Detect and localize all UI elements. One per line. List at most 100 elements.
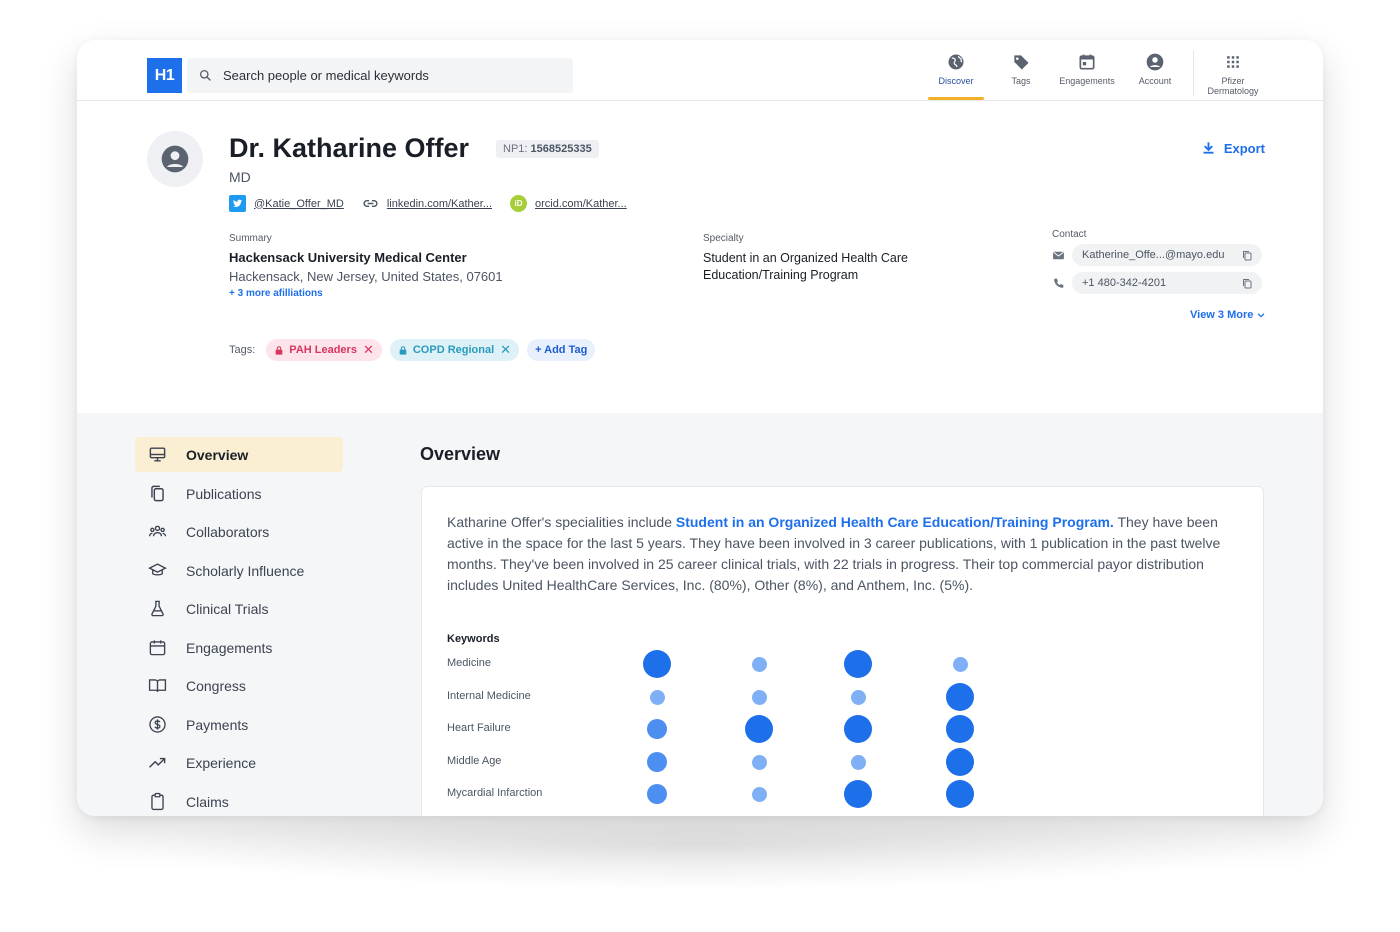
more-affiliations-link[interactable]: + 3 more afilliations [229,288,503,299]
sidebar-item-label: Payments [186,716,249,733]
nav-tags[interactable]: Tags [986,52,1056,86]
calendar-icon [1079,54,1095,70]
twitter-link[interactable]: @Katie_Offer_MD [254,198,344,210]
trend-icon [149,757,166,768]
sidebar-item-label: Engagements [186,639,273,656]
copy-icon[interactable] [1241,277,1253,290]
keyword-bubble[interactable] [745,715,773,743]
lock-icon [275,345,283,355]
summary-section: Summary Hackensack University Medical Ce… [229,233,503,299]
sidebar-item-clinical-trials[interactable]: Clinical Trials [135,591,343,626]
flask-icon [151,600,164,617]
keyword-bubble[interactable] [751,656,767,672]
keyword-bubble[interactable] [946,780,974,808]
tags-row: Tags: PAH Leaders ✕ COPD Regional ✕ + Ad… [229,339,603,361]
phone-field[interactable]: +1 480-342-4201 [1072,272,1262,294]
contact-label: Contact [1052,229,1087,240]
chevron-down-icon [1258,313,1265,318]
tag-copd-regional[interactable]: COPD Regional ✕ [389,339,520,361]
sidebar-item-scholarly-influence[interactable]: Scholarly Influence [135,553,343,588]
lock-icon [399,345,407,355]
keyword-row: Middle Age [447,748,974,776]
keyword-row: Mycardial Infarction [447,780,974,808]
nav-account[interactable]: Account [1120,52,1190,86]
summary-label: Summary [229,233,272,244]
profile-header: Dr. Katharine Offer NP1: 1568525335 MD @… [77,101,1323,413]
keyword-bubble[interactable] [850,754,866,770]
add-tag-button[interactable]: + Add Tag [527,339,596,361]
calendar-icon [149,640,166,656]
sidebar-item-engagements[interactable]: Engagements [135,630,343,665]
globe-icon [948,54,964,70]
keyword-bubble[interactable] [751,754,767,770]
tag-pah-leaders[interactable]: PAH Leaders ✕ [266,339,382,361]
remove-tag-icon[interactable]: ✕ [500,342,511,358]
keyword-label: Internal Medicine [447,690,531,702]
account-icon [1146,53,1164,71]
email-value: Katherine_Offe...@mayo.edu [1082,249,1225,261]
keyword-bubble[interactable] [647,752,667,772]
documents-icon [151,485,164,502]
npi-label: NP1: [503,143,528,155]
orcid-icon: iD [510,195,528,212]
sidebar-item-overview[interactable]: Overview [135,437,343,472]
sidebar-item-label: Experience [186,754,257,771]
tag-icon [1013,55,1029,70]
keyword-label: Medicine [447,657,492,669]
keyword-bubble[interactable] [850,689,866,705]
download-icon [1203,142,1214,154]
copy-icon[interactable] [1241,249,1253,262]
twitter-icon [229,195,246,212]
orcid-link[interactable]: orcid.com/Kather... [535,198,627,210]
keyword-bubble[interactable] [649,689,665,705]
specialty-value: Student in an Organized Health Care Educ… [703,251,908,282]
sidebar-item-label: Collaborators [186,523,270,540]
dollar-icon [149,716,166,733]
organization: Hackensack University Medical Center [229,250,467,265]
email-field[interactable]: Katherine_Offe...@mayo.edu [1072,244,1262,266]
active-nav-indicator [928,97,984,100]
keyword-bubble[interactable] [946,748,974,776]
nav-discover[interactable]: Discover [921,52,991,86]
nav-label: Account [1138,76,1172,86]
tags-label: Tags: [229,344,256,356]
keyword-bubble[interactable] [844,780,872,808]
search-input[interactable]: Search people or medical keywords [187,58,573,93]
nav-pfizer-dermatology[interactable]: Pfizer Dermatology [1198,52,1268,96]
sidebar-item-label: Overview [186,446,249,463]
apps-grid-icon [1227,56,1239,68]
sidebar-item-collaborators[interactable]: Collaborators [135,514,343,549]
export-button[interactable]: Export [1201,140,1265,156]
keyword-bubble[interactable] [647,784,667,804]
nav-divider [1193,50,1194,96]
search-icon [199,69,211,81]
view-more-contacts-link[interactable]: View 3 More [1190,309,1266,321]
keyword-bubble[interactable] [643,650,671,678]
export-label: Export [1223,140,1265,156]
specialty-highlight-link[interactable]: Student in an Organized Health Care Educ… [676,514,1114,530]
sidebar-item-claims[interactable]: Claims [135,784,343,816]
tag-label: PAH Leaders [289,344,357,356]
sidebar-item-publications[interactable]: Publications [135,476,343,511]
keyword-row: Heart Failure [447,715,974,743]
h1-logo[interactable]: H1 [147,58,182,93]
keyword-bubble[interactable] [952,656,968,672]
keyword-bubble[interactable] [751,786,767,802]
keyword-bubble[interactable] [946,715,974,743]
sidebar-item-experience[interactable]: Experience [135,745,343,780]
search-placeholder: Search people or medical keywords [223,68,429,83]
sidebar-item-congress[interactable]: Congress [135,668,343,703]
keyword-bubble[interactable] [647,719,667,739]
keyword-bubble[interactable] [844,650,872,678]
remove-tag-icon[interactable]: ✕ [363,342,374,358]
keyword-bubble[interactable] [844,715,872,743]
sidebar-item-label: Clinical Trials [186,600,269,617]
nav-engagements[interactable]: Engagements [1052,52,1122,86]
sidebar-item-payments[interactable]: Payments [135,707,343,742]
linkedin-link[interactable]: linkedin.com/Kather... [387,198,492,210]
social-links: @Katie_Offer_MD linkedin.com/Kather... i… [229,195,645,212]
keyword-bubble[interactable] [751,689,767,705]
keywords-title: Keywords [447,633,500,645]
keyword-bubble[interactable] [946,683,974,711]
degree: MD [229,169,251,185]
